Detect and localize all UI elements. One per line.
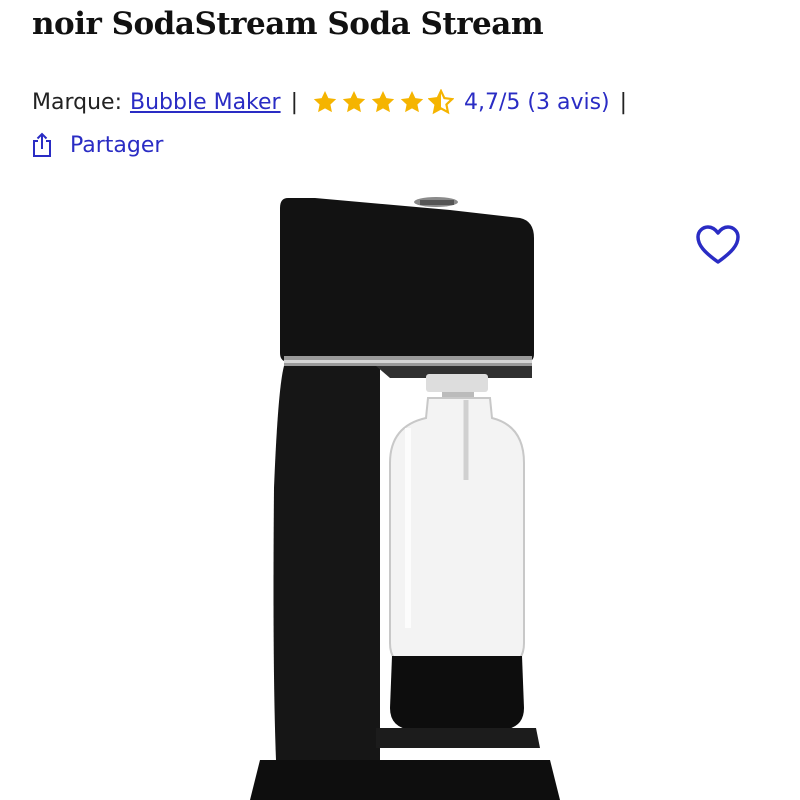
star-icon bbox=[313, 90, 337, 113]
brand-label: Marque: bbox=[32, 89, 122, 115]
share-button[interactable]: Partager bbox=[30, 128, 163, 162]
brand-link[interactable]: Bubble Maker bbox=[130, 90, 281, 115]
rating-stars[interactable] bbox=[312, 89, 455, 115]
rating-text[interactable]: 4,7/5 (3 avis) bbox=[464, 90, 610, 115]
product-image bbox=[250, 197, 560, 800]
share-label: Partager bbox=[70, 132, 164, 158]
share-icon bbox=[33, 132, 51, 157]
star-half-icon bbox=[428, 89, 455, 115]
star-icon bbox=[400, 90, 424, 113]
heart-outline-icon[interactable] bbox=[694, 222, 742, 270]
separator: | bbox=[619, 89, 628, 115]
product-title: noir SodaStream Soda Stream bbox=[32, 6, 544, 42]
star-icon bbox=[342, 90, 366, 113]
product-meta: Marque: Bubble Maker | 4,7/5 (3 avis) | bbox=[32, 84, 637, 120]
separator: | bbox=[290, 89, 299, 115]
star-icon bbox=[371, 90, 395, 113]
